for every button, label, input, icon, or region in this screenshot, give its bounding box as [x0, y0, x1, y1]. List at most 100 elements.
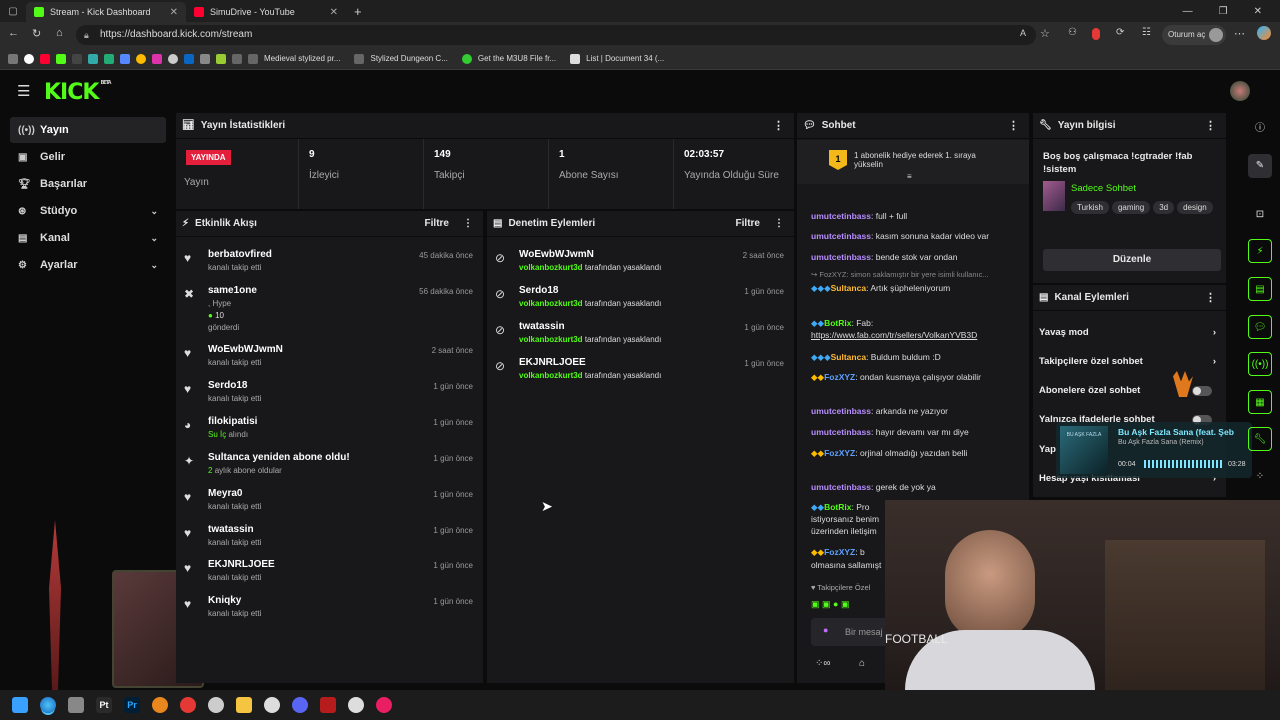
- profile-button[interactable]: Oturum aç: [1162, 25, 1226, 45]
- emote-row[interactable]: ▣ ▣ ● ▣: [811, 599, 849, 610]
- discord-icon[interactable]: [292, 697, 308, 713]
- copilot-icon[interactable]: [1257, 26, 1271, 40]
- sidebar-item-ayarlar[interactable]: ⚙︎ Ayarlar ⌄: [10, 252, 166, 278]
- moderation-menu-icon[interactable]: ⋮: [774, 218, 784, 229]
- bookmark-blue-icon[interactable]: [120, 53, 130, 64]
- chat-tools-icon[interactable]: ⁘∞: [815, 658, 831, 669]
- bookmark-apps-icon[interactable]: [8, 53, 18, 64]
- bookmark-site-icon[interactable]: [232, 53, 242, 64]
- chat-widget-icon[interactable]: 💬︎: [1248, 315, 1272, 339]
- chat-menu-icon[interactable]: ⋮: [1008, 119, 1019, 132]
- tab-youtube[interactable]: SimuDrive - YouTube ✕: [186, 2, 346, 22]
- bookmark-link-icon[interactable]: [200, 53, 210, 64]
- list-item[interactable]: ◕ filokipatisi Su İç alındı 1 gün önce: [176, 414, 483, 448]
- bookmark-ext-icon[interactable]: [88, 53, 98, 64]
- sidebar-item-kanal[interactable]: ▤ Kanal ⌄: [10, 225, 166, 251]
- close-tab-icon[interactable]: ✕: [330, 7, 338, 18]
- start-menu-icon[interactable]: [12, 697, 28, 713]
- bookmark-youtube-icon[interactable]: [40, 53, 50, 64]
- list-item[interactable]: ✦ Sultanca yeniden abone oldu! 2 aylık abo…: [176, 450, 483, 484]
- moderation-filter-button[interactable]: Filtre: [736, 218, 760, 229]
- list-item[interactable]: ♥ berbatovfired kanalı takip etti 45 dakika…: [176, 247, 483, 281]
- more-menu-icon[interactable]: ⋯: [1234, 27, 1245, 40]
- browser-window-icon[interactable]: ▢: [0, 6, 26, 17]
- subscribers-only-item[interactable]: Abonelere özel sohbet: [1039, 385, 1218, 396]
- edit-pencil-icon[interactable]: ✎: [1248, 154, 1272, 178]
- obs-icon[interactable]: [208, 697, 224, 713]
- collapse-handle-icon[interactable]: ≡: [907, 172, 912, 181]
- reload-icon[interactable]: ↻: [32, 27, 41, 40]
- list-item[interactable]: ✖ same1one, Hype ● 10 gönderdi 56 dakika önc…: [176, 283, 483, 335]
- favorite-star-icon[interactable]: ☆: [1040, 27, 1050, 40]
- photoshop-icon[interactable]: Pr: [124, 697, 140, 713]
- close-tab-icon[interactable]: ✕: [170, 7, 178, 18]
- channel-actions-menu-icon[interactable]: ⋮: [1205, 291, 1216, 304]
- refresh-extension-icon[interactable]: ⟳: [1116, 27, 1124, 38]
- bookmark-sheet-icon[interactable]: [104, 53, 114, 64]
- slow-mode-item[interactable]: Yavaş mod ›: [1039, 327, 1218, 338]
- edge-browser-icon[interactable]: [40, 697, 56, 713]
- camera-target-icon[interactable]: ⊡: [1248, 203, 1272, 227]
- microphone-icon[interactable]: ●: [823, 625, 828, 635]
- hamburger-menu-icon[interactable]: ☰: [17, 82, 30, 100]
- list-item[interactable]: ♥ EKJNRLJOEE kanalı takip etti 1 gün önce: [176, 557, 483, 591]
- bookmark-linkedin-icon[interactable]: [184, 53, 194, 64]
- kick-logo[interactable]: KICK BETA: [44, 80, 112, 105]
- followers-only-item[interactable]: Takipçilere özel sohbet ›: [1039, 356, 1218, 367]
- maximize-icon[interactable]: ❐: [1219, 6, 1228, 17]
- gift-leaderboard-banner[interactable]: 1 1 abonelik hediye ederek 1. sıraya yük…: [797, 140, 1029, 184]
- layout-widget-icon[interactable]: ▦: [1248, 390, 1272, 414]
- media-player-icon[interactable]: [376, 697, 392, 713]
- bookmark-medieval[interactable]: Medieval stylized pr...: [264, 54, 340, 63]
- notes-icon[interactable]: ▤: [1248, 277, 1272, 301]
- category-link[interactable]: Sadece Sohbet: [1071, 183, 1136, 194]
- stream-info-menu-icon[interactable]: ⋮: [1205, 119, 1216, 132]
- bookmark-google-icon[interactable]: [24, 53, 34, 64]
- collections-icon[interactable]: ☷: [1142, 27, 1151, 38]
- list-item[interactable]: ⊘ WoEwbWJwmN volkanbozkurt3d tarafından ya…: [487, 247, 794, 281]
- bookmark-game-icon[interactable]: [216, 53, 226, 64]
- list-item[interactable]: ♥ twatassin kanalı takip etti 1 gün önce: [176, 522, 483, 556]
- chrome-icon[interactable]: [348, 697, 364, 713]
- recorder-icon[interactable]: [180, 697, 196, 713]
- extension-icon[interactable]: ⚇: [1068, 27, 1077, 38]
- subscribers-only-toggle[interactable]: [1192, 386, 1212, 396]
- bookmark-m3u8[interactable]: Get the M3U8 File fr...: [478, 54, 556, 63]
- info-icon[interactable]: ⓘ: [1248, 117, 1272, 141]
- list-item[interactable]: ⊘ EKJNRLJOEE volkanbozkurt3d tarafından ya…: [487, 355, 794, 389]
- store-icon[interactable]: ⌂: [859, 658, 865, 669]
- list-item[interactable]: ♥ Meyra0 kanalı takip etti 1 gün önce: [176, 486, 483, 520]
- extension-red-icon[interactable]: [1092, 28, 1100, 40]
- sidebar-item-yayin[interactable]: ((•)) Yayın: [10, 117, 166, 143]
- new-tab-icon[interactable]: +: [354, 4, 362, 19]
- stats-menu-icon[interactable]: ⋮: [773, 119, 784, 132]
- activity-menu-icon[interactable]: ⋮: [463, 218, 473, 229]
- unreal-engine-icon[interactable]: [264, 697, 280, 713]
- list-item[interactable]: ⊘ Serdo18 volkanbozkurt3d tarafından yasak…: [487, 283, 794, 317]
- tools-widget-icon[interactable]: 🔧︎: [1248, 427, 1272, 451]
- photos-app-icon[interactable]: [68, 697, 84, 713]
- close-window-icon[interactable]: ✕: [1254, 6, 1262, 17]
- list-item[interactable]: ♥ Kniqky kanalı takip etti 1 gün önce: [176, 593, 483, 627]
- app-red-icon[interactable]: [320, 697, 336, 713]
- list-item[interactable]: ♥ WoEwbWJwmN kanalı takip etti 2 saat önce: [176, 342, 483, 376]
- bookmark-chrome-icon[interactable]: [136, 53, 146, 64]
- sidebar-item-basarilar[interactable]: 🏆︎ Başarılar: [10, 171, 166, 197]
- sidebar-item-gelir[interactable]: ▣ Gelir: [10, 144, 166, 170]
- bookmark-n-icon[interactable]: [72, 53, 82, 64]
- chat-link[interactable]: https://www.fab.com/tr/sellers/VolkanYVB…: [811, 330, 977, 340]
- sidebar-item-studyo[interactable]: ⊛ Stüdyo ⌄: [10, 198, 166, 224]
- blender-icon[interactable]: [152, 697, 168, 713]
- file-explorer-icon[interactable]: [236, 697, 252, 713]
- minimize-icon[interactable]: —: [1183, 6, 1193, 17]
- read-aloud-icon[interactable]: A: [1020, 28, 1026, 38]
- home-icon[interactable]: ⌂: [56, 27, 63, 39]
- back-icon[interactable]: ←: [8, 27, 19, 39]
- bookmark-document[interactable]: List | Document 34 (...: [586, 54, 664, 63]
- list-item[interactable]: ⊘ twatassin volkanbozkurt3d tarafından yas…: [487, 319, 794, 353]
- bookmark-kick-icon[interactable]: [56, 53, 66, 64]
- add-widget-icon[interactable]: ⁘: [1248, 465, 1272, 489]
- bookmark-instagram-icon[interactable]: [152, 53, 162, 64]
- quick-action-icon[interactable]: ⚡︎: [1248, 239, 1272, 263]
- user-avatar[interactable]: [1230, 81, 1250, 101]
